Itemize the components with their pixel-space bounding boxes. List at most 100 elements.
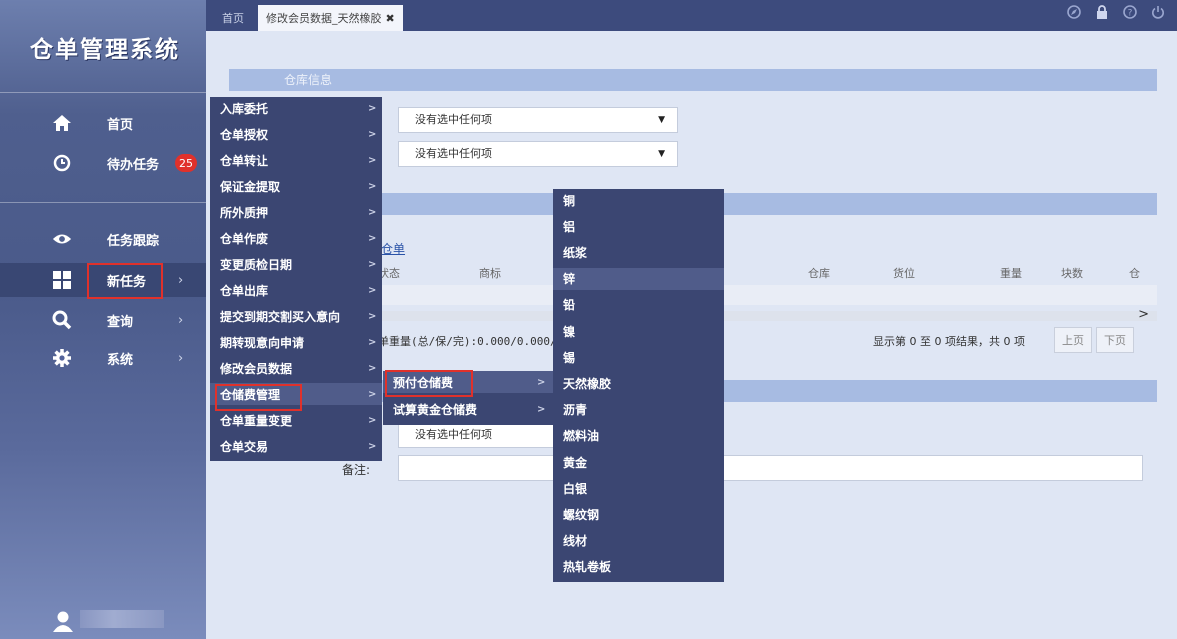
commodity-menu-item[interactable]: 线材 [553, 530, 724, 552]
chevron-right-icon: > [368, 284, 377, 296]
new-task-menu-item[interactable]: 仓单授权 > [210, 123, 382, 145]
chevron-right-icon: > [368, 388, 377, 400]
commodity-menu-item[interactable]: 白银 [553, 477, 724, 499]
commodity-menu-item[interactable]: 铝 [553, 215, 724, 237]
th-location: 货位 [893, 267, 915, 280]
commodity-menu-item[interactable]: 沥青 [553, 399, 724, 421]
new-task-menu-item[interactable]: 变更质检日期 > [210, 253, 382, 275]
clock-icon [52, 153, 72, 173]
commodity-menu-item[interactable]: 铅 [553, 294, 724, 316]
next-page-button[interactable]: 下页 [1096, 327, 1134, 353]
top-bar: 首页 修改会员数据_天然橡胶 ✖ ? [206, 0, 1177, 31]
commodity-menu-item[interactable]: 天然橡胶 [553, 372, 724, 394]
new-task-menu-item-label: 仓单出库 [220, 283, 269, 298]
commodity-menu-item-label: 线材 [563, 534, 588, 549]
new-task-menu-item[interactable]: 仓单转让 > [210, 149, 382, 171]
chevron-right-icon: › [178, 350, 184, 366]
select-1[interactable]: 没有选中任何项 ▼ [398, 107, 678, 133]
highlight-box [385, 370, 473, 397]
commodity-menu-item-label: 燃料油 [563, 429, 600, 444]
commodity-menu-item[interactable]: 热轧卷板 [553, 556, 724, 578]
commodity-menu-item-label: 白银 [563, 481, 588, 496]
commodity-menu-item[interactable]: 铜 [553, 189, 724, 211]
chevron-right-icon[interactable]: > [1138, 307, 1149, 322]
user-avatar-icon[interactable] [52, 610, 74, 635]
caret-down-icon: ▼ [658, 149, 665, 159]
chevron-right-icon: › [178, 272, 184, 288]
storage-fee-menu-item-label: 试算黄金仓储费 [393, 402, 478, 417]
chevron-right-icon: > [368, 440, 377, 452]
commodity-menu-item-label: 天然橡胶 [563, 376, 612, 391]
sidebar: 仓单管理系统 首页 待办任务 25 任务跟踪 新任务 › 查询 › 系统 › [0, 0, 206, 639]
new-task-menu-item[interactable]: 所外质押 > [210, 201, 382, 223]
new-task-menu-item-label: 修改会员数据 [220, 361, 293, 376]
chevron-right-icon: > [368, 128, 377, 140]
prev-page-button[interactable]: 上页 [1054, 327, 1092, 353]
sidebar-item-home[interactable]: 首页 [0, 106, 206, 140]
search-icon [52, 310, 72, 330]
sidebar-item-system[interactable]: 系统 › [0, 341, 206, 375]
help-icon[interactable]: ? [1123, 5, 1137, 23]
chevron-right-icon: > [368, 102, 377, 114]
chevron-right-icon: > [537, 403, 546, 415]
commodity-menu-item[interactable]: 黄金 [553, 451, 724, 473]
new-task-menu-item[interactable]: 仓单作废 > [210, 227, 382, 249]
commodity-menu-item[interactable]: 镍 [553, 320, 724, 342]
lock-icon[interactable] [1095, 5, 1109, 23]
user-name-redacted [80, 610, 164, 628]
highlight-box [215, 384, 302, 411]
new-task-menu-item[interactable]: 保证金提取 > [210, 175, 382, 197]
select-value: 没有选中任何项 [415, 147, 492, 160]
storage-fee-menu-item[interactable]: 试算黄金仓储费 > [383, 398, 553, 420]
sidebar-item-tracking[interactable]: 任务跟踪 [0, 222, 206, 256]
new-task-menu-item[interactable]: 提交到期交割买入意向 > [210, 305, 382, 327]
th-weight: 重量 [1000, 267, 1022, 280]
chevron-right-icon: > [368, 336, 377, 348]
highlight-box [87, 263, 163, 299]
home-icon [52, 113, 72, 133]
th-pieces: 块数 [1061, 267, 1083, 280]
divider [0, 202, 206, 203]
commodity-menu-item-label: 镍 [563, 324, 576, 339]
new-task-menu-item[interactable]: 仓单交易 > [210, 435, 382, 457]
section-warehouse-info: 仓库信息 [229, 69, 1157, 91]
commodity-menu-item-label: 沥青 [563, 403, 588, 418]
compass-icon[interactable] [1067, 5, 1081, 23]
commodity-menu-item[interactable]: 纸浆 [553, 241, 724, 263]
pager-info: 显示第 0 至 0 项结果，共 0 项 [873, 335, 1025, 348]
select-value: 没有选中任何项 [415, 113, 492, 126]
power-icon[interactable] [1151, 5, 1165, 23]
commodity-menu-item[interactable]: 锌 [553, 267, 724, 290]
commodity-menu-item[interactable]: 螺纹钢 [553, 503, 724, 525]
remark-input[interactable] [398, 455, 1143, 481]
select-2[interactable]: 没有选中任何项 ▼ [398, 141, 678, 167]
new-task-menu-item[interactable]: 仓单出库 > [210, 279, 382, 301]
commodity-menu-item[interactable]: 锡 [553, 346, 724, 368]
th-warehouse-cut: 仓 [1129, 267, 1140, 280]
commodity-menu-item[interactable]: 燃料油 [553, 425, 724, 447]
new-task-menu-item-label: 仓单重量变更 [220, 413, 293, 428]
tab-label: 修改会员数据_天然橡胶 [266, 12, 382, 25]
close-icon[interactable]: ✖ [386, 12, 395, 25]
commodity-menu-item-label: 锡 [563, 350, 576, 365]
sidebar-item-query[interactable]: 查询 › [0, 303, 206, 337]
new-task-menu-item[interactable]: 入库委托 > [210, 97, 382, 119]
th-warehouse: 仓库 [808, 267, 830, 280]
new-task-menu-item[interactable]: 仓单重量变更 > [210, 409, 382, 431]
commodity-submenu: 铜铝纸浆锌铅镍锡天然橡胶沥青燃料油黄金白银螺纹钢线材热轧卷板 [553, 189, 724, 582]
chevron-right-icon: > [368, 206, 377, 218]
new-task-menu-item[interactable]: 修改会员数据 > [210, 357, 382, 379]
app-logo: 仓单管理系统 [30, 36, 180, 63]
remark-label: 备注: [342, 463, 371, 477]
new-task-menu-item-label: 所外质押 [220, 205, 269, 220]
divider [0, 92, 206, 93]
chevron-right-icon: › [178, 312, 184, 328]
svg-text:?: ? [1128, 9, 1133, 19]
new-task-menu-item[interactable]: 期转现意向申请 > [210, 331, 382, 353]
gear-icon [52, 348, 72, 368]
sidebar-item-todo[interactable]: 待办任务 25 [0, 146, 206, 180]
chevron-right-icon: > [368, 310, 377, 322]
tab-modify-member-data[interactable]: 修改会员数据_天然橡胶 ✖ [258, 5, 403, 31]
tab-home[interactable]: 首页 [214, 5, 252, 31]
warehouse-receipt-link[interactable]: 仓单 [381, 240, 405, 257]
